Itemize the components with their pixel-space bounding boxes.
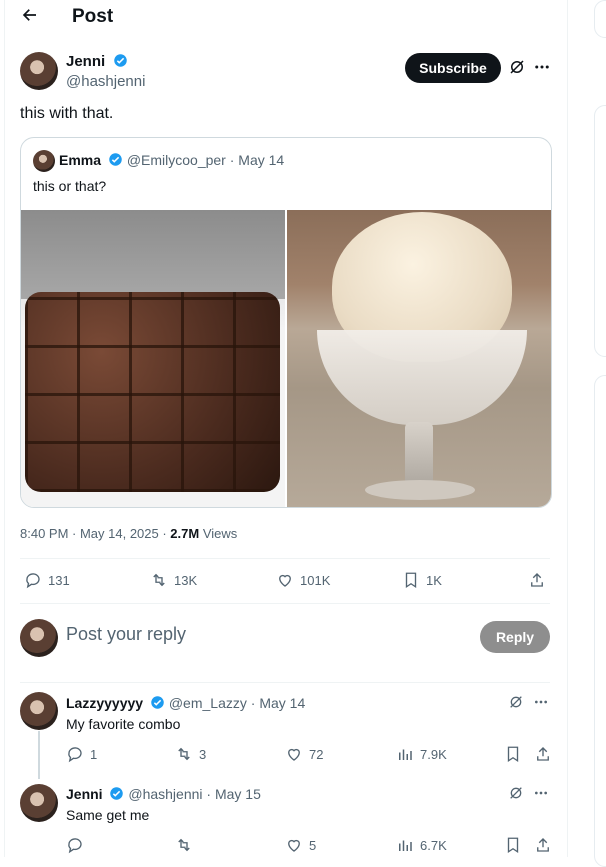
views-label: Views (199, 526, 238, 541)
grok-icon[interactable] (508, 58, 528, 78)
bookmark-icon (507, 746, 519, 763)
bookmark-action[interactable]: 1K (402, 571, 442, 589)
reply-avatar[interactable] (20, 784, 58, 822)
post-timestamp[interactable]: 8:40 PM · May 14, 2025 · (20, 526, 170, 541)
page-title: Post (72, 6, 114, 27)
like-action[interactable]: 5 (285, 836, 316, 854)
like-count: 72 (309, 746, 324, 762)
quoted-avatar (33, 150, 55, 172)
reply-avatar[interactable] (20, 692, 58, 730)
right-panel-card (594, 0, 606, 38)
reply-date[interactable]: · May 14 (251, 695, 305, 711)
ice-cream-image[interactable] (287, 210, 551, 507)
reply-author-name[interactable]: Jenni (66, 786, 103, 802)
like-action[interactable]: 72 (285, 745, 323, 763)
more-options-icon[interactable] (533, 58, 553, 78)
bookmark-action[interactable] (504, 836, 522, 854)
right-panel-card (594, 375, 606, 867)
grok-icon[interactable] (508, 785, 528, 805)
repost-action[interactable] (175, 836, 199, 854)
quoted-author-handle: @Emilycoo_per (126, 152, 226, 168)
verified-badge-icon (113, 54, 127, 67)
heart-icon (288, 748, 300, 761)
reply-author-name[interactable]: Lazzyyyyyy (66, 695, 143, 711)
analytics-icon (399, 749, 412, 760)
reply-header: Jenni @hashjenni · May 15 (66, 786, 261, 802)
subscribe-button[interactable]: Subscribe (405, 53, 501, 83)
quoted-author-name: Emma (59, 152, 102, 168)
more-options-icon[interactable] (533, 694, 553, 714)
reply-text: My favorite combo (66, 716, 181, 732)
composer-avatar (20, 619, 58, 657)
bookmark-action[interactable] (504, 745, 522, 763)
repost-count: 3 (199, 746, 207, 762)
verified-badge-icon (151, 696, 164, 709)
avatar[interactable] (20, 52, 58, 90)
post-text: this with that. (20, 105, 114, 122)
author-name: Jenni (66, 53, 106, 70)
like-count: 101K (300, 572, 331, 588)
analytics-icon (399, 840, 412, 851)
views-action[interactable]: 6.7K (396, 836, 447, 854)
repost-icon (153, 573, 165, 587)
quoted-post[interactable]: Emma @Emilycoo_per · May 14 this or that… (20, 137, 552, 508)
more-options-icon[interactable] (533, 785, 553, 805)
post-author[interactable]: Jenni (66, 53, 128, 71)
heart-icon (279, 574, 291, 587)
reply-text: Same get me (66, 807, 150, 823)
brownie-graphic (25, 292, 280, 492)
reply-icon (68, 838, 82, 854)
quoted-text: this or that? (33, 178, 107, 194)
share-icon (537, 747, 549, 761)
views-action[interactable]: 7.9K (396, 745, 447, 763)
reply-header: Lazzyyyyyy @em_Lazzy · May 14 (66, 695, 305, 711)
repost-action[interactable]: 13K (150, 571, 197, 589)
reply-icon (26, 573, 40, 589)
quoted-header: Emma @Emilycoo_per · May 14 (59, 152, 284, 168)
reply-input[interactable]: Post your reply (66, 624, 186, 645)
back-arrow-icon[interactable] (20, 6, 40, 30)
verified-badge-icon (109, 153, 122, 166)
right-panel-card (594, 105, 606, 357)
heart-icon (288, 839, 300, 852)
like-action[interactable]: 101K (276, 571, 330, 589)
reply-author-handle[interactable]: @hashjenni (128, 786, 202, 802)
bookmark-count: 1K (426, 572, 442, 588)
glass-bowl (317, 330, 527, 425)
quoted-date: · May 14 (229, 152, 285, 168)
grok-icon[interactable] (508, 694, 528, 714)
repost-count: 13K (174, 572, 198, 588)
verified-badge-icon (110, 787, 124, 800)
bowl-base (365, 480, 475, 500)
share-action[interactable] (528, 571, 546, 589)
share-icon (537, 838, 549, 852)
reply-date[interactable]: · May 15 (206, 786, 260, 802)
reply-icon (68, 747, 82, 763)
share-icon (531, 573, 543, 587)
bookmark-icon (507, 837, 519, 854)
reply-count: 1 (90, 746, 98, 762)
reply-action[interactable]: 131 (24, 571, 70, 589)
share-action[interactable] (534, 836, 552, 854)
brownies-image[interactable] (21, 210, 285, 507)
share-action[interactable] (534, 745, 552, 763)
like-count: 5 (309, 837, 317, 853)
bookmark-icon (405, 572, 417, 589)
views-count: 2.7M (170, 526, 200, 541)
reply-action[interactable] (66, 836, 90, 854)
reply-button[interactable]: Reply (480, 621, 550, 653)
thread-line (38, 731, 40, 779)
views-count: 6.7K (420, 837, 447, 853)
repost-action[interactable]: 3 (175, 745, 206, 763)
reply-count: 131 (48, 572, 70, 588)
repost-icon (178, 838, 190, 852)
reply-action[interactable]: 1 (66, 745, 97, 763)
repost-icon (178, 747, 190, 761)
post-metadata: 8:40 PM · May 14, 2025 · 2.7M Views (20, 526, 237, 541)
views-count: 7.9K (420, 746, 447, 762)
reply-author-handle[interactable]: @em_Lazzy (169, 695, 247, 711)
author-handle[interactable]: @hashjenni (66, 73, 145, 90)
